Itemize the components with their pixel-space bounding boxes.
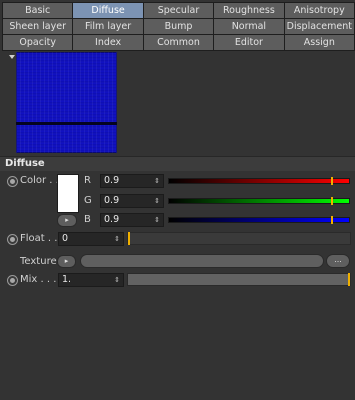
channel-r-field[interactable]: 0.9 ⇕ <box>100 174 164 188</box>
float-slider[interactable] <box>127 232 351 245</box>
tab-assign[interactable]: Assign <box>284 35 354 50</box>
mix-thumb[interactable] <box>348 273 350 286</box>
spinner-icon[interactable]: ⇕ <box>154 214 160 226</box>
tab-sheen-layer[interactable]: Sheen layer <box>3 19 73 34</box>
spinner-icon[interactable]: ⇕ <box>114 233 120 245</box>
tab-bump[interactable]: Bump <box>143 19 214 34</box>
color-expand-button[interactable]: ▸ <box>57 214 77 227</box>
spinner-icon[interactable]: ⇕ <box>114 274 120 286</box>
color-animate-radio[interactable] <box>7 176 18 187</box>
texture-options-button[interactable]: ▸ <box>57 255 76 268</box>
preview-texture-noise <box>16 52 117 153</box>
texture-slot[interactable] <box>80 254 324 268</box>
channel-b-value: 0.9 <box>104 214 120 225</box>
channel-b-slider[interactable] <box>168 216 350 224</box>
channel-r-thumb[interactable] <box>331 177 333 185</box>
mix-value: 1. <box>62 274 72 285</box>
material-preview <box>16 52 117 153</box>
material-tab-bar: Basic Diffuse Specular Roughness Anisotropy S… <box>2 2 355 51</box>
channel-b-label: B <box>84 214 91 225</box>
tab-common[interactable]: Common <box>143 35 214 50</box>
mix-slider[interactable] <box>127 273 351 286</box>
tab-specular[interactable]: Specular <box>143 3 214 18</box>
section-title: Diffuse <box>0 156 355 171</box>
channel-g-value: 0.9 <box>104 195 120 206</box>
tab-anisotropy[interactable]: Anisotropy <box>284 3 354 18</box>
tab-normal[interactable]: Normal <box>214 19 284 34</box>
color-swatch[interactable] <box>57 174 79 213</box>
channel-r-label: R <box>84 175 91 186</box>
float-animate-radio[interactable] <box>7 234 18 245</box>
tab-displacement[interactable]: Displacement <box>284 19 354 34</box>
tab-roughness[interactable]: Roughness <box>214 3 284 18</box>
channel-b-field[interactable]: 0.9 ⇕ <box>100 213 164 227</box>
channel-g-label: G <box>84 195 92 206</box>
mix-field[interactable]: 1. ⇕ <box>58 273 124 287</box>
spinner-icon[interactable]: ⇕ <box>154 195 160 207</box>
texture-label: Texture <box>20 256 57 267</box>
tab-editor[interactable]: Editor <box>214 35 284 50</box>
channel-g-thumb[interactable] <box>331 197 333 205</box>
float-label: Float . . <box>20 233 58 244</box>
tab-film-layer[interactable]: Film layer <box>73 19 143 34</box>
float-field[interactable]: 0 ⇕ <box>58 232 124 246</box>
preview-dark-band <box>16 122 117 125</box>
mix-animate-radio[interactable] <box>7 275 18 286</box>
mix-label: Mix . . . <box>20 274 57 285</box>
float-thumb[interactable] <box>128 232 130 245</box>
tab-basic[interactable]: Basic <box>3 3 73 18</box>
channel-g-slider[interactable] <box>168 197 350 205</box>
preview-collapse-icon[interactable] <box>9 55 15 59</box>
channel-r-slider[interactable] <box>168 177 350 185</box>
texture-browse-button[interactable]: ... <box>326 254 350 268</box>
color-label: Color . . <box>20 175 59 186</box>
tab-diffuse[interactable]: Diffuse <box>73 3 143 18</box>
channel-b-thumb[interactable] <box>331 216 333 224</box>
channel-r-value: 0.9 <box>104 175 120 186</box>
spinner-icon[interactable]: ⇕ <box>154 175 160 187</box>
float-value: 0 <box>62 233 69 244</box>
channel-g-field[interactable]: 0.9 ⇕ <box>100 194 164 208</box>
tab-index[interactable]: Index <box>73 35 143 50</box>
tab-opacity[interactable]: Opacity <box>3 35 73 50</box>
